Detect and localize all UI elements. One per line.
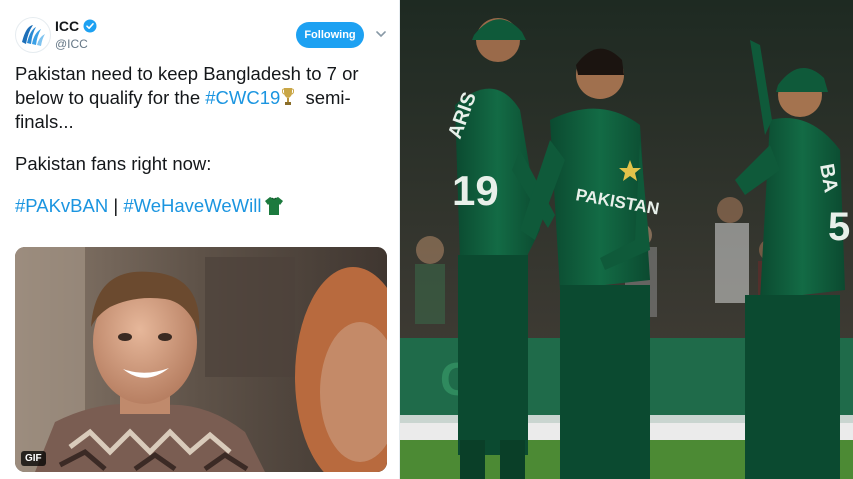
chevron-down-icon[interactable] <box>374 27 388 41</box>
author-name[interactable]: ICC <box>55 18 79 34</box>
left-player-number: 19 <box>452 167 499 214</box>
tweet-body: Pakistan need to keep Bangladesh to 7 or… <box>15 62 387 218</box>
author-name-row: ICC <box>55 18 97 34</box>
green-jersey-emoji-icon <box>265 197 284 215</box>
tweet-paragraph-3: #PAKvBAN | #WeHaveWeWill <box>15 194 387 218</box>
trophy-emoji-icon <box>282 88 295 105</box>
hashtag-separator: | <box>108 195 124 216</box>
verified-badge-icon <box>83 19 97 33</box>
players-scene: Go ARIS 19 PAKISTAN <box>400 0 853 479</box>
gif-scene <box>15 247 387 472</box>
tweet-card: ICC @ICC Following Pakistan need to keep… <box>0 0 400 479</box>
gif-badge: GIF <box>21 451 46 466</box>
hashtag-cwc19-link[interactable]: #CWC19 <box>205 87 280 108</box>
icc-logo-icon[interactable] <box>15 17 51 53</box>
following-button[interactable]: Following <box>296 22 364 48</box>
tweet-paragraph-1: Pakistan need to keep Bangladesh to 7 or… <box>15 62 387 134</box>
author-handle[interactable]: @ICC <box>55 37 88 51</box>
tweet-gif-media[interactable]: GIF <box>15 247 387 472</box>
celebration-photo: Go ARIS 19 PAKISTAN <box>400 0 853 479</box>
hashtag-wehaveweeill-link[interactable]: #WeHaveWeWill <box>123 195 261 216</box>
right-player-number: 5 <box>828 205 850 249</box>
tweet-paragraph-2: Pakistan fans right now: <box>15 153 212 174</box>
hashtag-pakvban-link[interactable]: #PAKvBAN <box>15 195 108 216</box>
